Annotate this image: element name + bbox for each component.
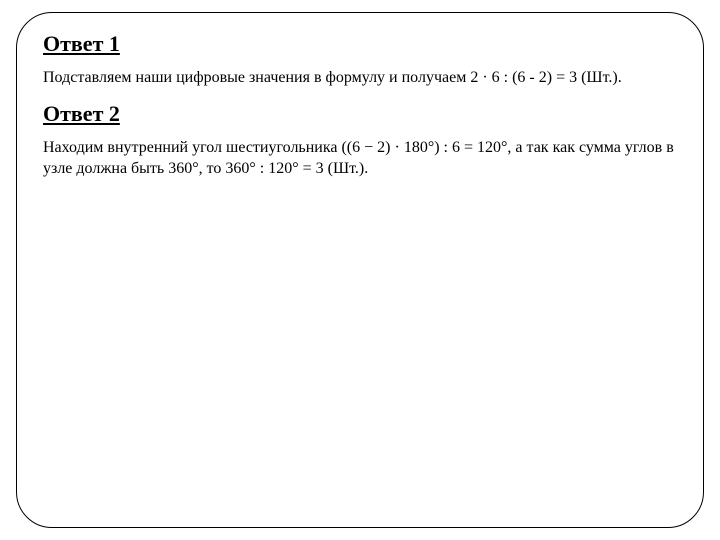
answer-1-text: Подставляем наши цифровые значения в фор… <box>43 67 677 89</box>
answer-1-heading: Ответ 1 <box>43 31 677 57</box>
answer-2-heading: Ответ 2 <box>43 101 677 127</box>
content-card: Ответ 1 Подставляем наши цифровые значен… <box>16 12 704 528</box>
answer-2-text: Находим внутренний угол шестиугольника (… <box>43 137 677 180</box>
